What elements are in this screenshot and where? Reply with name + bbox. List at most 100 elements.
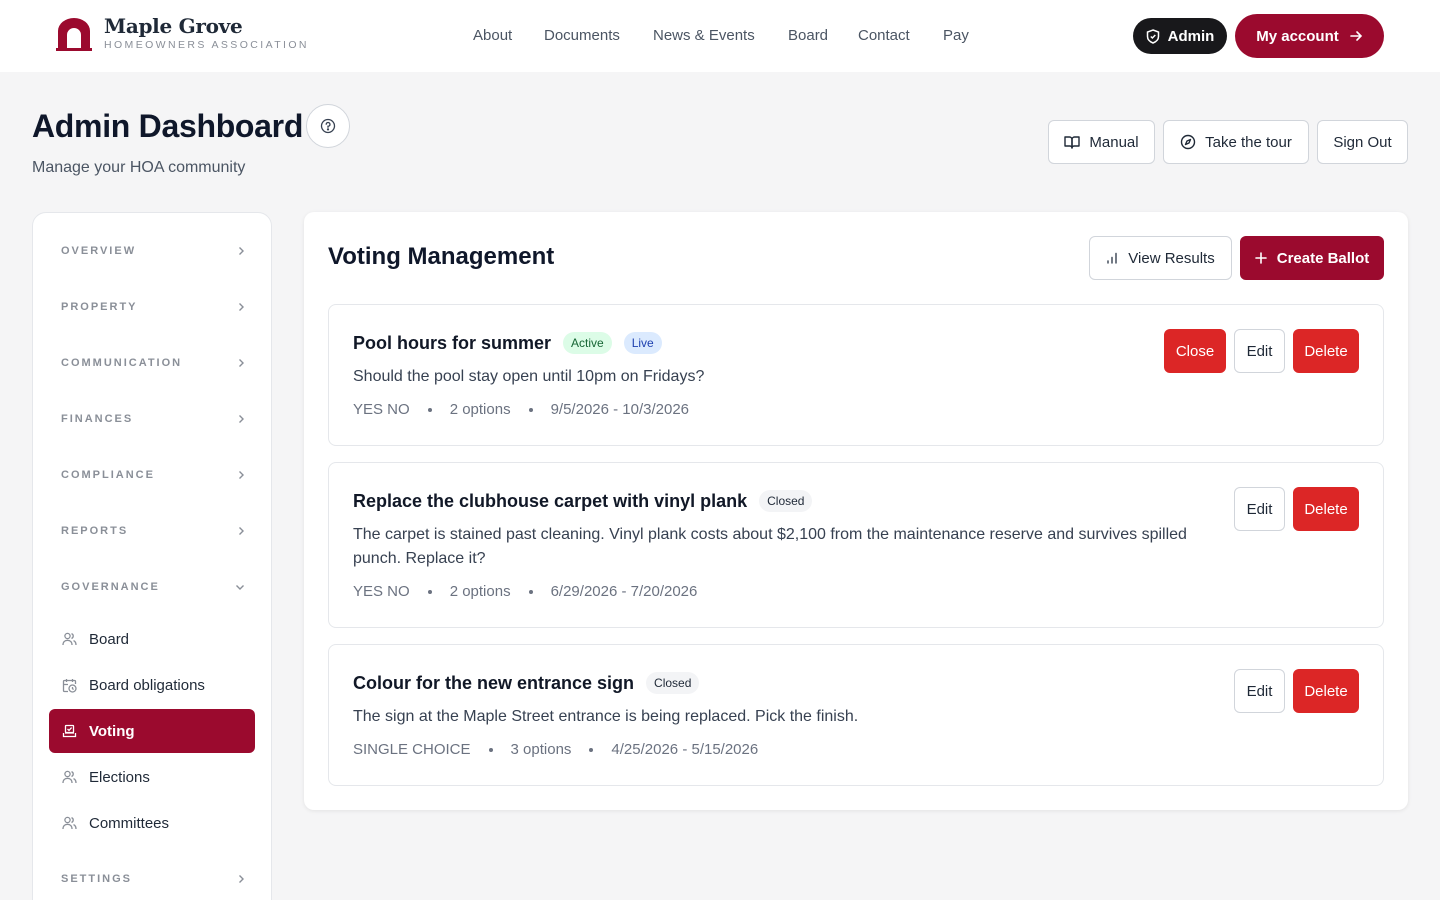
sidebar-item-committees[interactable]: Committees <box>49 801 255 845</box>
chevron-right-icon <box>239 359 244 367</box>
section-label: SETTINGS <box>61 873 133 885</box>
users-icon <box>62 632 77 646</box>
panel-title: Voting Management <box>328 243 555 270</box>
brand-tagline: HOMEOWNERS ASSOCIATION <box>104 39 309 51</box>
take-tour-label: Take the tour <box>1205 133 1292 151</box>
separator-dot <box>427 407 432 412</box>
help-circle-icon <box>320 118 336 134</box>
sidebar-item-board-obligations[interactable]: Board obligations <box>49 663 255 707</box>
sidebar-section-finances[interactable]: FINANCES <box>61 409 245 429</box>
my-account-button[interactable]: My account <box>1235 14 1384 58</box>
nav-link-news-events[interactable]: News & Events <box>653 26 755 46</box>
sidebar-item-label: Voting <box>89 722 135 740</box>
sidebar-section-governance[interactable]: GOVERNANCE <box>61 577 245 597</box>
status-badge: Closed <box>759 490 813 512</box>
manual-label: Manual <box>1089 133 1139 151</box>
sidebar-section-settings[interactable]: SETTINGS <box>61 869 245 889</box>
manual-button[interactable]: Manual <box>1048 120 1155 164</box>
nav-link-pay[interactable]: Pay <box>943 26 969 46</box>
create-ballot-button[interactable]: Create Ballot <box>1240 236 1384 280</box>
sidebar-item-elections[interactable]: Elections <box>49 755 255 799</box>
brand-logo[interactable]: Maple Grove HOMEOWNERS ASSOCIATION <box>56 16 309 51</box>
section-label: OVERVIEW <box>61 245 137 257</box>
delete-ballot-button[interactable]: Delete <box>1293 669 1359 713</box>
chevron-right-icon <box>239 415 244 423</box>
delete-ballot-button[interactable]: Delete <box>1293 329 1359 373</box>
edit-ballot-button[interactable]: Edit <box>1234 669 1285 713</box>
users-icon <box>62 816 77 830</box>
live-badge: Live <box>623 332 662 354</box>
edit-ballot-button[interactable]: Edit <box>1234 487 1285 531</box>
ballot-options-count: 2 options <box>449 401 511 418</box>
sidebar-section-compliance[interactable]: COMPLIANCE <box>61 465 245 485</box>
bar-chart-icon <box>1107 252 1117 264</box>
sidebar-section-communication[interactable]: COMMUNICATION <box>61 353 245 373</box>
delete-ballot-button[interactable]: Delete <box>1293 487 1359 531</box>
section-label: GOVERNANCE <box>61 581 160 593</box>
page-subtitle: Manage your HOA community <box>32 159 246 176</box>
voting-management-panel: Voting Management View Results Create Ba… <box>304 212 1408 810</box>
section-label: PROPERTY <box>61 301 138 313</box>
sidebar-item-label: Committees <box>89 814 170 832</box>
sidebar-section-reports[interactable]: REPORTS <box>61 521 245 541</box>
status-badge: Active <box>563 332 612 354</box>
separator-dot <box>528 407 533 412</box>
sidebar-section-property[interactable]: PROPERTY <box>61 297 245 317</box>
arch-logo-icon <box>56 17 92 51</box>
ballot-title: Pool hours for summer <box>353 332 552 353</box>
view-results-button[interactable]: View Results <box>1089 236 1232 280</box>
arrow-right-icon <box>1349 31 1362 41</box>
page-title: Admin Dashboard <box>32 108 304 144</box>
separator-dot <box>528 589 533 594</box>
sidebar-item-label: Board obligations <box>89 676 205 694</box>
close-ballot-button[interactable]: Close <box>1164 329 1226 373</box>
ballot-dates: 6/29/2026 - 7/20/2026 <box>550 583 698 600</box>
chevron-right-icon <box>239 527 244 535</box>
ballot-description: The carpet is stained past cleaning. Vin… <box>353 526 1187 567</box>
separator-dot <box>427 589 432 594</box>
ballot-description: The sign at the Maple Street entrance is… <box>353 708 859 725</box>
ballot-title: Replace the clubhouse carpet with vinyl … <box>353 490 748 511</box>
ballot-card: Replace the clubhouse carpet with vinyl … <box>328 462 1384 628</box>
view-results-label: View Results <box>1128 249 1215 267</box>
admin-sidebar: OVERVIEW PROPERTY COMMUNICATION FINANCES… <box>32 212 272 900</box>
separator-dot <box>589 747 594 752</box>
ballot-type: YES NO <box>353 401 410 418</box>
section-label: REPORTS <box>61 525 129 537</box>
plus-icon <box>1254 252 1267 264</box>
shield-icon <box>1146 28 1159 44</box>
ballot-type: SINGLE CHOICE <box>353 741 471 758</box>
create-ballot-label: Create Ballot <box>1276 249 1370 267</box>
sidebar-item-board[interactable]: Board <box>49 617 255 661</box>
sidebar-item-label: Board <box>89 630 130 648</box>
nav-link-board[interactable]: Board <box>788 26 828 46</box>
sidebar-item-voting[interactable]: Voting <box>49 709 255 753</box>
nav-link-contact[interactable]: Contact <box>858 26 910 46</box>
ballot-card: Colour for the new entrance sign Closed … <box>328 644 1384 786</box>
admin-button[interactable]: Admin <box>1133 18 1227 54</box>
ballot-options-count: 3 options <box>510 741 572 758</box>
section-label: FINANCES <box>61 413 134 425</box>
sidebar-section-overview[interactable]: OVERVIEW <box>61 241 245 261</box>
ballot-title: Colour for the new entrance sign <box>353 672 635 693</box>
ballot-dates: 9/5/2026 - 10/3/2026 <box>550 401 690 418</box>
nav-link-about[interactable]: About <box>473 26 512 46</box>
ballot-box-icon <box>62 724 77 738</box>
ballot-dates: 4/25/2026 - 5/15/2026 <box>611 741 759 758</box>
users-icon <box>62 770 77 784</box>
help-button[interactable] <box>306 104 350 148</box>
chevron-right-icon <box>239 471 244 479</box>
chevron-down-icon <box>236 585 244 590</box>
chevron-right-icon <box>239 247 244 255</box>
sign-out-label: Sign Out <box>1333 133 1392 151</box>
my-account-label: My account <box>1256 27 1339 45</box>
edit-ballot-button[interactable]: Edit <box>1234 329 1285 373</box>
nav-link-documents[interactable]: Documents <box>544 26 620 46</box>
sign-out-button[interactable]: Sign Out <box>1317 120 1408 164</box>
top-navigation: Maple Grove HOMEOWNERS ASSOCIATION About… <box>0 0 1440 72</box>
section-label: COMPLIANCE <box>61 469 155 481</box>
chevron-right-icon <box>239 303 244 311</box>
take-tour-button[interactable]: Take the tour <box>1163 120 1309 164</box>
section-label: COMMUNICATION <box>61 357 183 369</box>
book-open-icon <box>1064 136 1081 149</box>
